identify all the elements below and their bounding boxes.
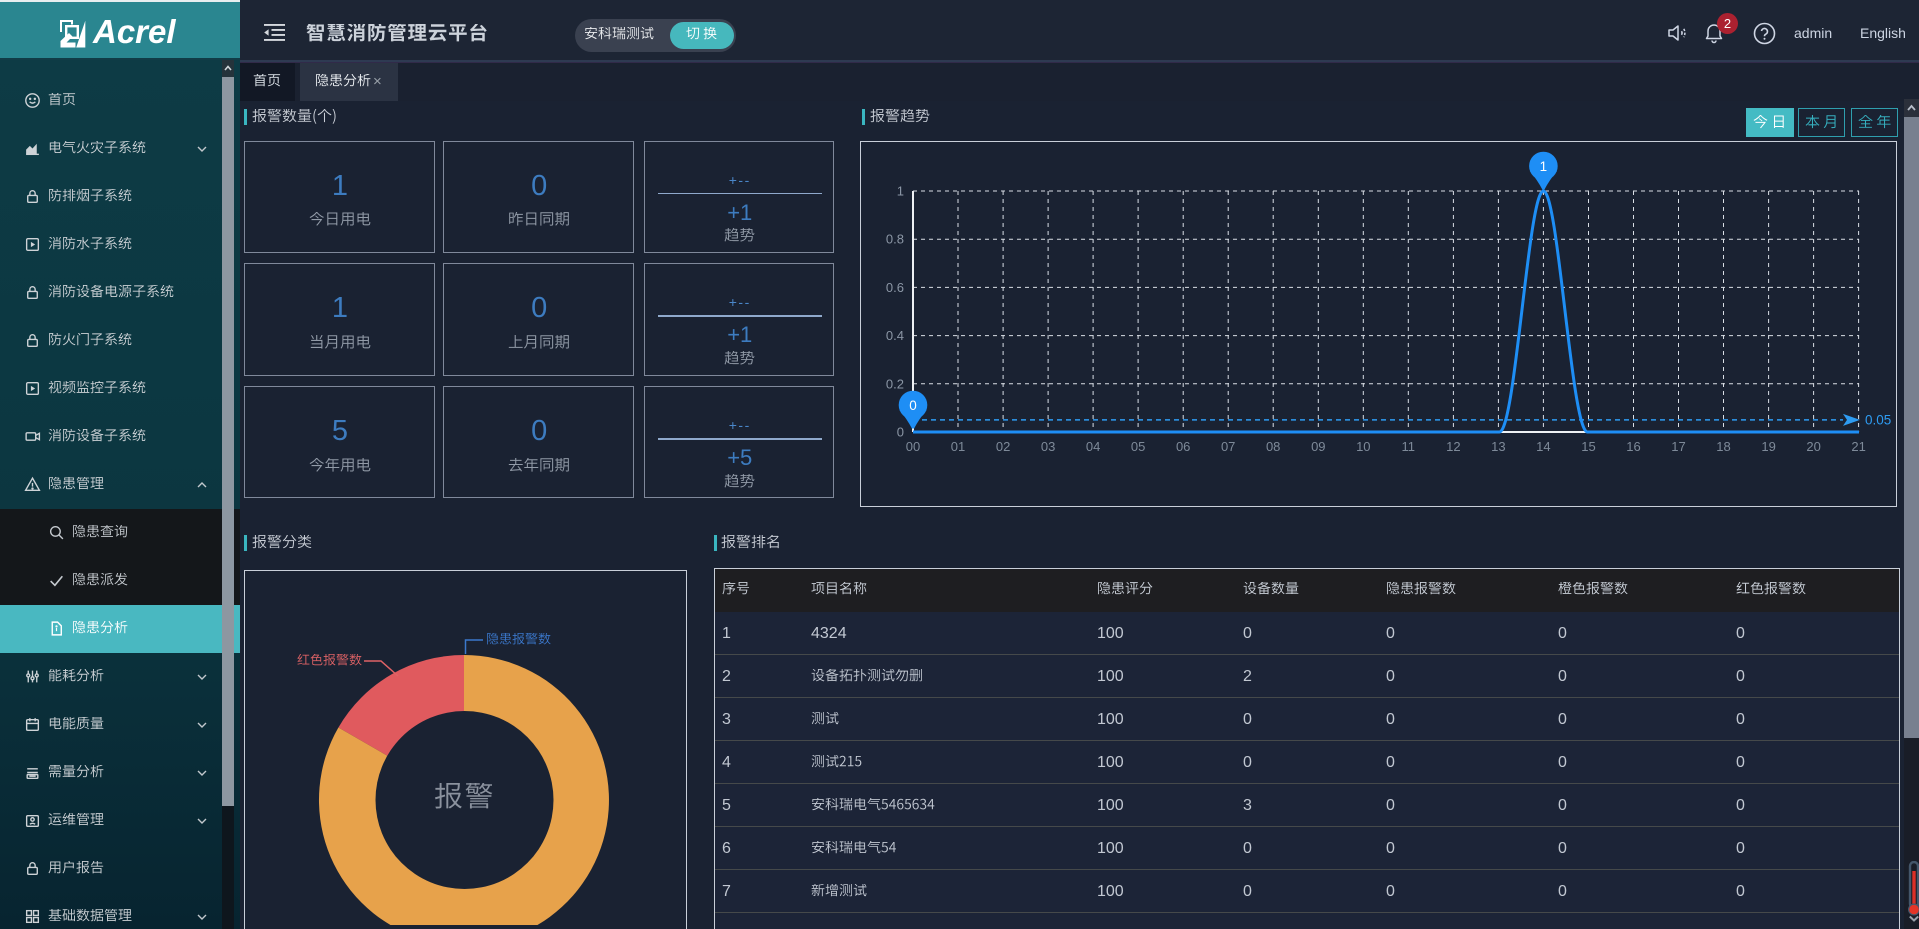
- svg-text:03: 03: [1041, 439, 1055, 454]
- svg-text:10: 10: [1356, 439, 1370, 454]
- svg-text:1: 1: [897, 184, 904, 199]
- svg-text:0.4: 0.4: [886, 328, 904, 343]
- svg-text:08: 08: [1266, 439, 1280, 454]
- svg-text:11: 11: [1402, 439, 1416, 454]
- svg-text:09: 09: [1311, 439, 1325, 454]
- svg-text:17: 17: [1671, 439, 1685, 454]
- svg-text:16: 16: [1626, 439, 1640, 454]
- svg-text:06: 06: [1176, 439, 1190, 454]
- svg-text:0.2: 0.2: [886, 376, 904, 391]
- svg-text:0: 0: [909, 398, 917, 413]
- svg-text:00: 00: [906, 439, 920, 454]
- svg-text:0.05: 0.05: [1865, 412, 1891, 427]
- svg-text:07: 07: [1221, 439, 1235, 454]
- svg-text:0.6: 0.6: [886, 280, 904, 295]
- svg-text:13: 13: [1491, 439, 1505, 454]
- svg-text:0.8: 0.8: [886, 232, 904, 247]
- svg-text:19: 19: [1761, 439, 1775, 454]
- svg-text:15: 15: [1581, 439, 1595, 454]
- svg-text:02: 02: [996, 439, 1010, 454]
- svg-text:18: 18: [1716, 439, 1730, 454]
- svg-text:05: 05: [1131, 439, 1145, 454]
- svg-text:1: 1: [1540, 159, 1548, 174]
- svg-text:0: 0: [897, 425, 904, 440]
- svg-text:20: 20: [1806, 439, 1820, 454]
- svg-text:12: 12: [1446, 439, 1460, 454]
- svg-text:21: 21: [1851, 439, 1865, 454]
- svg-text:04: 04: [1086, 439, 1100, 454]
- svg-text:01: 01: [951, 439, 965, 454]
- svg-text:14: 14: [1536, 439, 1550, 454]
